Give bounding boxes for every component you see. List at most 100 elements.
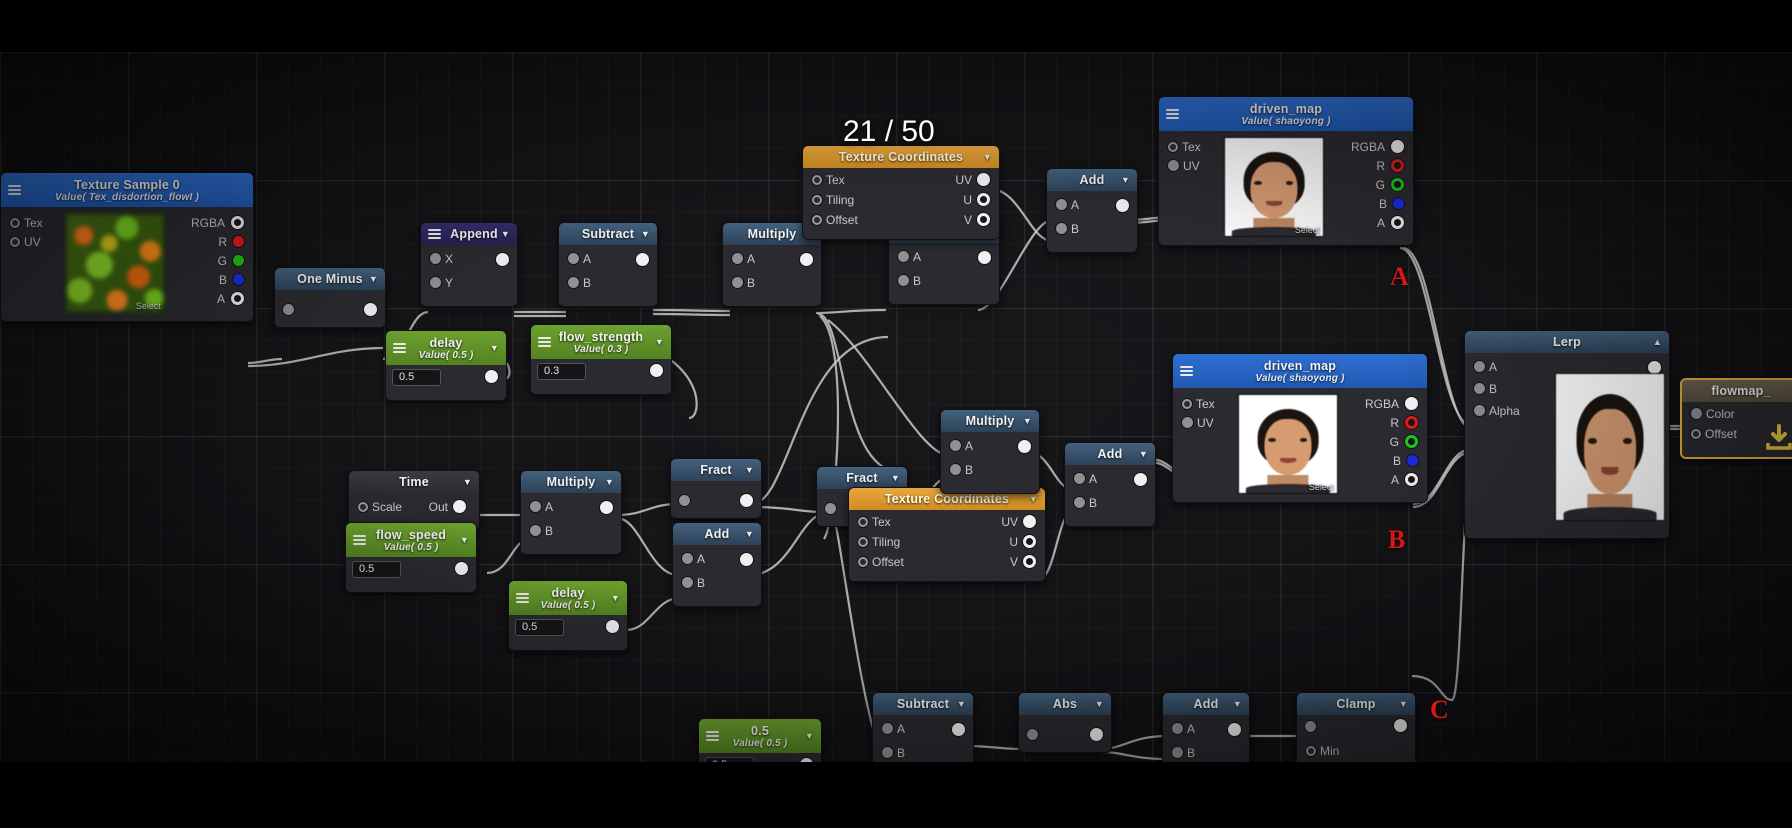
pin-offset-icon[interactable] xyxy=(858,556,868,567)
pin-tex-icon[interactable] xyxy=(858,516,868,527)
input-uv[interactable]: UV xyxy=(1159,156,1210,175)
texture-preview[interactable]: Select xyxy=(1223,137,1324,237)
pin-uv-icon[interactable] xyxy=(1182,417,1193,428)
node-delay-1[interactable]: delay Value( 0.5 ) ▼ 0.5 xyxy=(385,330,507,401)
row-tiling[interactable]: Tiling U xyxy=(849,532,1045,551)
pin-b-icon[interactable] xyxy=(1392,198,1404,209)
node-header[interactable]: Append ▼ xyxy=(421,223,517,245)
pin-offset-icon[interactable] xyxy=(1691,428,1701,439)
input-color[interactable]: Color xyxy=(1682,404,1744,423)
input-b[interactable]: B xyxy=(1163,743,1204,762)
pin-y-icon[interactable] xyxy=(430,277,441,288)
node-header[interactable]: Fract ▼ xyxy=(671,459,761,481)
input-b[interactable]: B xyxy=(873,743,914,762)
node-flow-speed[interactable]: flow_speed Value( 0.5 ) ▼ 0.5 xyxy=(345,522,477,593)
pin-v-out-icon[interactable] xyxy=(977,213,990,226)
node-abs[interactable]: Abs ▼ xyxy=(1018,692,1112,753)
row-tex[interactable]: Tex UV xyxy=(803,170,999,189)
output-rgba[interactable]: RGBA xyxy=(178,213,253,232)
node-fract-1[interactable]: Fract ▼ xyxy=(670,458,762,519)
pin-tex-icon[interactable] xyxy=(10,217,20,228)
input-a[interactable]: A xyxy=(1465,357,1506,376)
input-b[interactable]: B xyxy=(1047,219,1088,238)
pin-min-icon[interactable] xyxy=(1306,745,1316,756)
chevron-down-icon[interactable]: ▼ xyxy=(957,699,966,709)
node-driven-map-a[interactable]: driven_map Value( shaoyong ) Tex UV Sele… xyxy=(1158,96,1414,246)
chevron-up-icon[interactable]: ▲ xyxy=(1653,337,1662,347)
input-tex[interactable]: Tex xyxy=(1,213,52,232)
pin-scale-icon[interactable] xyxy=(358,501,368,512)
node-header[interactable]: Multiply ▼ xyxy=(941,410,1039,432)
output-r[interactable]: R xyxy=(1377,413,1427,432)
pin-a-icon[interactable] xyxy=(230,292,244,305)
chevron-down-icon[interactable]: ▼ xyxy=(463,477,472,487)
node-driven-map-b[interactable]: driven_map Value( shaoyong ) Tex UV Sele… xyxy=(1172,353,1428,503)
pin-output[interactable] xyxy=(1134,473,1147,486)
node-header[interactable]: Multiply ▼ xyxy=(521,471,621,493)
pin-output[interactable] xyxy=(455,562,468,575)
pin-tex-icon[interactable] xyxy=(812,174,822,185)
node-header[interactable]: flowmap_ xyxy=(1682,380,1792,402)
pin-b-icon[interactable] xyxy=(1406,455,1418,466)
output-b[interactable]: B xyxy=(206,270,253,289)
menu-icon[interactable] xyxy=(1180,366,1193,376)
node-header[interactable]: Lerp ▲ xyxy=(1465,331,1669,353)
chevron-down-icon[interactable]: ▼ xyxy=(460,535,469,545)
pin-a-icon[interactable] xyxy=(568,253,579,264)
input-alpha[interactable]: Alpha xyxy=(1465,401,1529,420)
pin-b-icon[interactable] xyxy=(950,464,961,475)
node-header[interactable]: Time ▼ xyxy=(349,471,479,493)
flow-strength-value-field[interactable]: 0.3 xyxy=(537,363,586,380)
pin-uv-icon[interactable] xyxy=(1168,160,1179,171)
pin-output[interactable] xyxy=(1228,723,1241,736)
pin-g-icon[interactable] xyxy=(1390,178,1404,191)
pin-a-icon[interactable] xyxy=(682,553,693,564)
node-header[interactable]: Clamp ▼ xyxy=(1297,693,1415,715)
chevron-down-icon[interactable]: ▼ xyxy=(605,477,614,487)
node-header[interactable]: Texture Coordinates ▼ xyxy=(803,146,999,168)
pin-output[interactable] xyxy=(650,364,663,377)
pin-output[interactable] xyxy=(740,494,753,507)
preview-select-label[interactable]: Select xyxy=(1309,482,1334,492)
chevron-down-icon[interactable]: ▼ xyxy=(1139,449,1148,459)
menu-icon[interactable] xyxy=(706,731,719,741)
pin-output[interactable] xyxy=(1018,440,1031,453)
pin-b-icon[interactable] xyxy=(732,277,743,288)
chevron-down-icon[interactable]: ▼ xyxy=(805,731,814,741)
node-texture-coordinates-1[interactable]: Texture Coordinates ▼ Tex UV Tiling U Of… xyxy=(802,145,1000,240)
output-r[interactable]: R xyxy=(205,232,253,251)
input-uv[interactable]: UV xyxy=(1173,413,1224,432)
pin-input[interactable] xyxy=(283,304,294,315)
input-a[interactable]: A xyxy=(889,247,930,266)
input-y[interactable]: Y xyxy=(421,273,462,292)
pin-input[interactable] xyxy=(1027,729,1038,740)
pin-a-icon[interactable] xyxy=(1074,473,1085,484)
pin-b-icon[interactable] xyxy=(882,747,893,758)
input-b[interactable]: B xyxy=(889,271,930,290)
node-header[interactable]: Add ▼ xyxy=(673,523,761,545)
output-a[interactable]: A xyxy=(204,289,253,308)
pin-r-icon[interactable] xyxy=(232,236,244,247)
pin-uv-icon[interactable] xyxy=(10,236,20,247)
pin-uv-out-icon[interactable] xyxy=(1023,515,1036,528)
pin-a-icon[interactable] xyxy=(1390,216,1404,229)
node-header[interactable]: Texture Sample 0 Value( Tex_disdortion_f… xyxy=(1,173,253,207)
chevron-down-icon[interactable]: ▼ xyxy=(655,337,664,347)
input-b[interactable]: B xyxy=(1465,379,1506,398)
node-lerp[interactable]: Lerp ▲ A B Alpha xyxy=(1464,330,1670,539)
chevron-down-icon[interactable]: ▼ xyxy=(745,465,754,475)
pin-output[interactable] xyxy=(485,370,498,383)
pin-a-icon[interactable] xyxy=(1404,473,1418,486)
menu-icon[interactable] xyxy=(538,337,551,347)
node-add-1[interactable]: Add ▼ A B xyxy=(672,522,762,607)
pin-u-out-icon[interactable] xyxy=(1023,535,1036,548)
output-out[interactable]: Out xyxy=(416,497,475,516)
output-g[interactable]: G xyxy=(205,251,253,270)
node-header[interactable]: Add ▼ xyxy=(1065,443,1155,465)
output-r[interactable]: R xyxy=(1363,156,1413,175)
output-rgba[interactable]: RGBA xyxy=(1338,137,1413,156)
row-offset[interactable]: Offset V xyxy=(803,210,999,229)
input-a[interactable]: A xyxy=(559,249,600,268)
pin-rgba-icon[interactable] xyxy=(1404,397,1418,410)
node-header[interactable]: driven_map Value( shaoyong ) xyxy=(1159,97,1413,131)
